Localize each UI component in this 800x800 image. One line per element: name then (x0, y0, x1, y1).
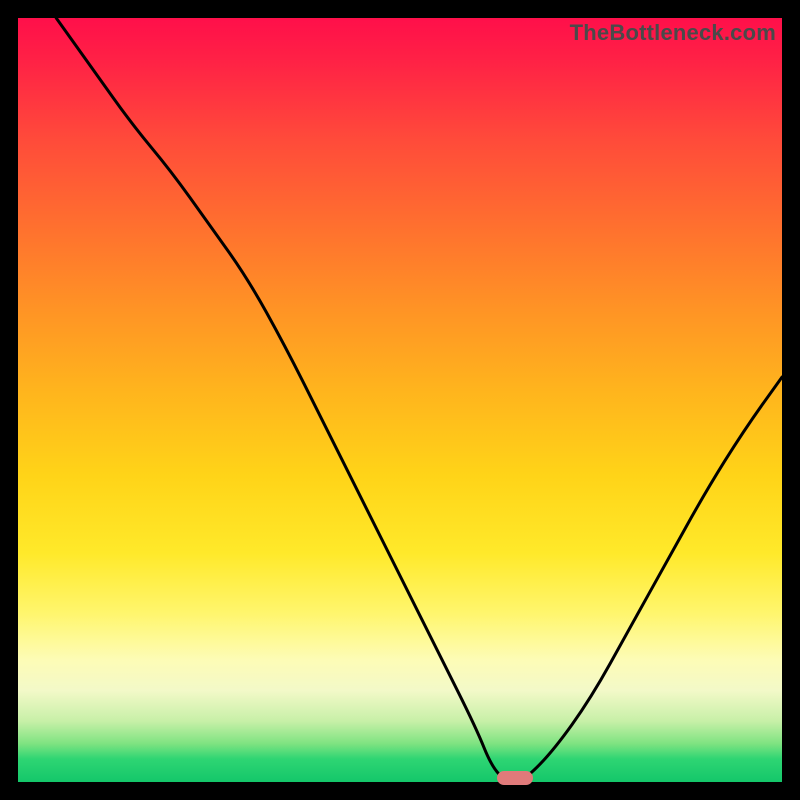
bottleneck-curve (18, 18, 782, 782)
optimum-marker (497, 771, 533, 785)
chart-frame: TheBottleneck.com (0, 0, 800, 800)
plot-area: TheBottleneck.com (18, 18, 782, 782)
